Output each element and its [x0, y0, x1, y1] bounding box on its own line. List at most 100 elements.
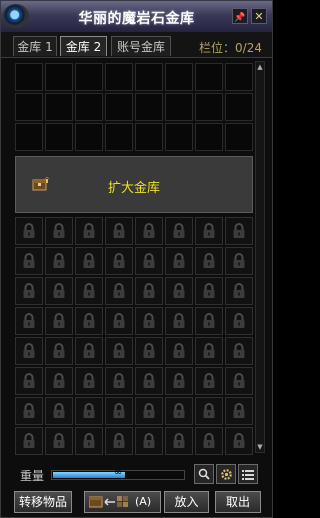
scrollbar[interactable]: ▲ ▼: [255, 61, 265, 453]
locked-slot: [15, 337, 43, 365]
lock-icon: [233, 253, 245, 268]
storage-slot[interactable]: [135, 63, 163, 91]
locked-slot: [75, 217, 103, 245]
storage-slot[interactable]: [45, 63, 73, 91]
locked-slot: [195, 367, 223, 395]
storage-slot[interactable]: [225, 123, 253, 151]
lock-icon: [173, 343, 185, 358]
lock-icon: [203, 253, 215, 268]
storage-slot[interactable]: [105, 123, 133, 151]
lock-icon: [53, 403, 65, 418]
locked-slot: [105, 307, 133, 335]
locked-slot: [105, 217, 133, 245]
locked-slot: [135, 367, 163, 395]
put-in-button[interactable]: 放入: [164, 491, 209, 513]
title-bar[interactable]: 华丽的魔岩石金库 📌 ✕: [1, 1, 272, 33]
locked-slot: [15, 217, 43, 245]
lock-icon: [143, 283, 155, 298]
lock-icon: [173, 403, 185, 418]
locked-slot: [15, 277, 43, 305]
lock-icon: [113, 283, 125, 298]
storage-slot[interactable]: [75, 93, 103, 121]
storage-slot[interactable]: [195, 123, 223, 151]
locked-slot: [165, 277, 193, 305]
lock-icon: [83, 343, 95, 358]
lock-icon: [23, 283, 35, 298]
locked-slot: [135, 217, 163, 245]
lock-icon: [143, 253, 155, 268]
lock-icon: [203, 373, 215, 388]
close-button[interactable]: ✕: [251, 8, 267, 24]
lock-icon: [53, 433, 65, 448]
lock-icon: [83, 313, 95, 328]
storage-slot[interactable]: [195, 63, 223, 91]
locked-slot: [45, 427, 73, 455]
locked-slot: [45, 307, 73, 335]
lock-icon: [53, 283, 65, 298]
storage-slot[interactable]: [75, 63, 103, 91]
storage-slot[interactable]: [135, 123, 163, 151]
locked-slot: [75, 367, 103, 395]
search-button[interactable]: [194, 464, 214, 484]
locked-slot: [165, 247, 193, 275]
lock-icon: [83, 283, 95, 298]
locked-slot: [195, 337, 223, 365]
lock-icon: [173, 433, 185, 448]
locked-slot: [195, 247, 223, 275]
storage-slot[interactable]: [75, 123, 103, 151]
expand-vault-button[interactable]: 扩大金库: [15, 156, 253, 213]
locked-slot: [105, 427, 133, 455]
storage-slot[interactable]: [165, 63, 193, 91]
storage-slot[interactable]: [225, 93, 253, 121]
locked-slot: [165, 397, 193, 425]
storage-slot[interactable]: [15, 63, 43, 91]
locked-slot: [135, 307, 163, 335]
tab-vault-1[interactable]: 金库 1: [13, 36, 57, 56]
pin-button[interactable]: 📌: [232, 8, 248, 24]
storage-slot[interactable]: [45, 123, 73, 151]
lock-icon: [113, 223, 125, 238]
auto-sort-hotkey: (A): [135, 495, 152, 508]
locked-slot: [105, 247, 133, 275]
locked-slot: [105, 277, 133, 305]
storage-slot[interactable]: [15, 93, 43, 121]
locked-slot: [45, 247, 73, 275]
settings-button[interactable]: [216, 464, 236, 484]
slot-counter: 栏位：0/24: [199, 41, 262, 55]
tab-vault-2[interactable]: 金库 2: [60, 36, 107, 56]
auto-sort-button[interactable]: (A): [84, 491, 161, 513]
weight-bar: ∞: [51, 467, 185, 480]
lock-icon: [143, 313, 155, 328]
locked-slot: [225, 367, 253, 395]
locked-slot: [135, 397, 163, 425]
storage-slot[interactable]: [225, 63, 253, 91]
storage-slot[interactable]: [165, 93, 193, 121]
locked-slot: [15, 397, 43, 425]
lock-icon: [83, 373, 95, 388]
lock-icon: [203, 223, 215, 238]
lock-icon: [53, 343, 65, 358]
take-out-button[interactable]: 取出: [215, 491, 261, 513]
storage-slot[interactable]: [15, 123, 43, 151]
storage-slot[interactable]: [105, 93, 133, 121]
storage-slot[interactable]: [165, 123, 193, 151]
tab-account-vault[interactable]: 账号金库: [111, 36, 171, 56]
storage-slot[interactable]: [195, 93, 223, 121]
storage-slot[interactable]: [105, 63, 133, 91]
lock-icon: [143, 373, 155, 388]
locked-storage-grid: [15, 217, 253, 455]
storage-slot[interactable]: [135, 93, 163, 121]
scroll-down-icon[interactable]: ▼: [256, 443, 264, 451]
lock-icon: [23, 223, 35, 238]
transfer-items-button[interactable]: 转移物品: [14, 491, 72, 513]
lock-icon: [233, 343, 245, 358]
storage-slot[interactable]: [45, 93, 73, 121]
locked-slot: [225, 247, 253, 275]
locked-slot: [195, 217, 223, 245]
lock-icon: [113, 433, 125, 448]
list-view-button[interactable]: [238, 464, 258, 484]
lock-icon: [173, 313, 185, 328]
lock-icon: [83, 223, 95, 238]
scroll-up-icon[interactable]: ▲: [256, 63, 264, 71]
gear-icon: [220, 468, 232, 480]
